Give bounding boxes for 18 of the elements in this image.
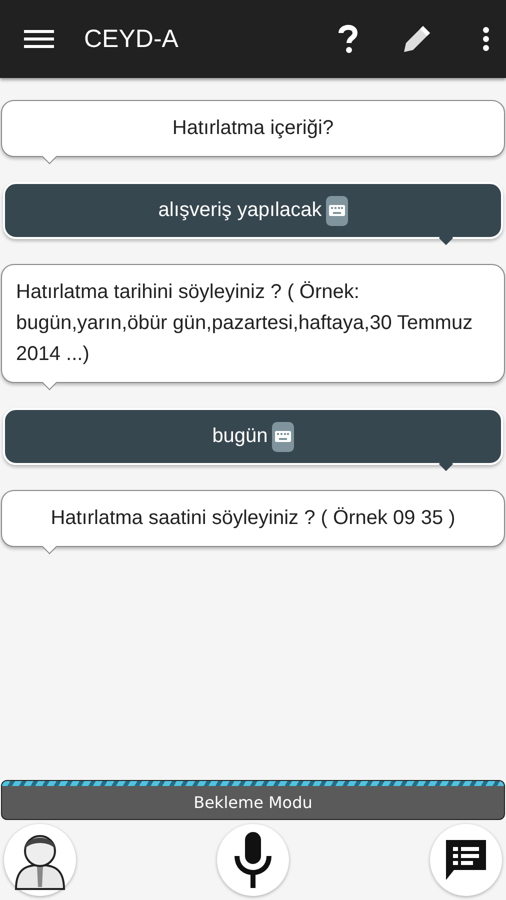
- keyboard-icon[interactable]: [272, 422, 294, 452]
- assistant-message-text: Hatırlatma saatini söyleyiniz ? ( Örnek 09 35 ): [50, 506, 456, 531]
- app-title: CEYD-A: [84, 24, 178, 54]
- chat-list-button[interactable]: [430, 824, 502, 896]
- microphone-icon: [233, 832, 273, 888]
- user-avatar-button[interactable]: [4, 824, 76, 896]
- keyboard-icon[interactable]: [326, 196, 348, 226]
- pencil-icon[interactable]: [402, 24, 432, 54]
- status-text: Bekleme Modu: [194, 792, 312, 812]
- user-message-text: alışveriş yapılacak: [158, 198, 322, 223]
- user-message-text: bugün: [212, 424, 268, 449]
- assistant-message-text: Hatırlatma içeriği?: [172, 116, 334, 141]
- chat-list-icon: [444, 838, 488, 882]
- more-icon[interactable]: [482, 26, 490, 52]
- microphone-button[interactable]: [217, 824, 289, 896]
- help-icon[interactable]: [338, 24, 358, 54]
- assistant-message-text: Hatırlatma tarihini söyleyiniz ? ( Örnek: bugün,yarın,öbür gün,pazartesi,haftaya,30 Temmuz 2014 ...): [16, 280, 474, 367]
- menu-icon[interactable]: [24, 29, 54, 49]
